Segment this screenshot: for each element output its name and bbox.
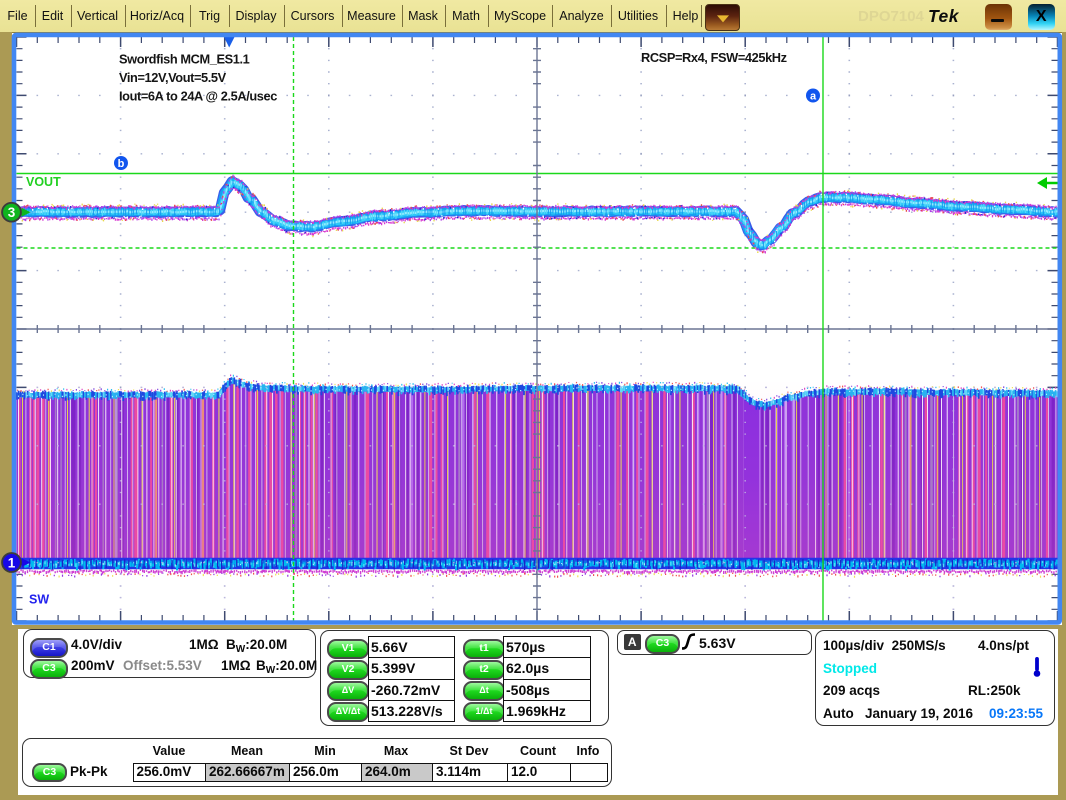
svg-text:3: 3 — [8, 205, 16, 220]
svg-text:SW: SW — [29, 593, 49, 607]
svg-text:Vin=12V,Vout=5.5V: Vin=12V,Vout=5.5V — [119, 70, 227, 85]
svg-text:a: a — [810, 91, 817, 103]
svg-text:1: 1 — [8, 555, 16, 570]
svg-text:Swordfish MCM_ES1.1: Swordfish MCM_ES1.1 — [119, 52, 250, 67]
svg-text:Iout=6A to 24A @ 2.5A/usec: Iout=6A to 24A @ 2.5A/usec — [119, 89, 277, 104]
svg-text:RCSP=Rx4, FSW=425kHz: RCSP=Rx4, FSW=425kHz — [641, 50, 787, 65]
svg-text:VOUT: VOUT — [26, 175, 61, 189]
svg-text:b: b — [118, 158, 125, 170]
